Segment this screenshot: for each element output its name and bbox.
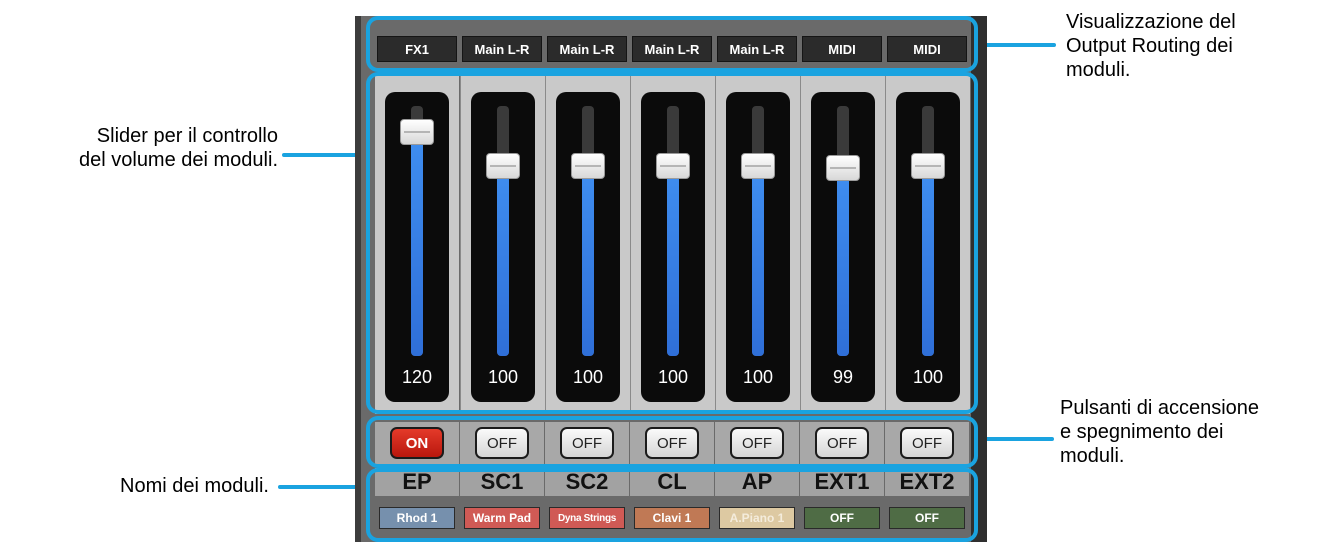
volume-value: 120	[401, 367, 433, 387]
module-name: EXT1	[800, 468, 884, 496]
annotation-line: e spegnimento dei	[1060, 421, 1224, 443]
module-name: EP	[375, 468, 459, 496]
routing-callout	[976, 43, 1056, 47]
power-callout	[976, 437, 1054, 441]
annotation-line: Visualizzazione del	[1066, 11, 1236, 33]
slider-handle[interactable]	[741, 153, 775, 180]
slider-handle[interactable]	[486, 153, 520, 180]
slider-fill	[667, 166, 679, 356]
routing-label: Main L-R	[547, 36, 627, 62]
module-name: EXT2	[885, 468, 969, 496]
power-toggle-button[interactable]: ON	[390, 427, 444, 459]
slider-fill	[752, 166, 764, 356]
slider-handle[interactable]	[571, 153, 605, 180]
slider-fill	[837, 168, 849, 356]
preset-label[interactable]: Warm Pad	[464, 507, 540, 529]
volume-value: 100	[742, 367, 774, 387]
preset-label[interactable]: Rhod 1	[379, 507, 455, 529]
routing-label: Main L-R	[717, 36, 797, 62]
annotation-line: Slider per il controllo	[96, 125, 278, 147]
panel-edge	[971, 16, 987, 542]
volume-value: 100	[487, 367, 519, 387]
volume-value: 100	[912, 367, 944, 387]
names-annotation: Nomi dei moduli.	[120, 474, 269, 498]
volume-slider[interactable]: 100	[726, 92, 790, 402]
channel-strip: 100	[545, 76, 630, 414]
slider-fill	[497, 166, 509, 356]
names-callout	[278, 485, 364, 489]
power-annotation: Pulsanti di accensione e spegnimento dei…	[1060, 396, 1259, 468]
mixer-panel: FX1 120 ON EP Rhod 1 Main L-R 100 OFF SC1 Warm Pa…	[355, 16, 987, 542]
power-toggle-button[interactable]: OFF	[815, 427, 869, 459]
annotation-line: Pulsanti di accensione	[1060, 397, 1260, 419]
power-toggle-button[interactable]: OFF	[475, 427, 529, 459]
channel-strip: 100	[630, 76, 715, 414]
volume-slider[interactable]: 100	[556, 92, 620, 402]
slider-handle[interactable]	[400, 119, 434, 146]
routing-label: FX1	[377, 36, 457, 62]
slider-fill	[922, 166, 934, 356]
power-toggle-button[interactable]: OFF	[900, 427, 954, 459]
panel-edge	[355, 16, 361, 542]
volume-value: 100	[657, 367, 689, 387]
channel-strip: 100	[885, 76, 970, 414]
preset-label[interactable]: Dyna Strings	[549, 507, 625, 529]
volume-slider[interactable]: 100	[896, 92, 960, 402]
slider-handle[interactable]	[826, 155, 860, 182]
slider-handle[interactable]	[656, 153, 690, 180]
preset-label[interactable]: OFF	[889, 507, 965, 529]
preset-label[interactable]: Clavi 1	[634, 507, 710, 529]
volume-slider[interactable]: 99	[811, 92, 875, 402]
annotation-line: moduli.	[1060, 445, 1125, 467]
power-toggle-button[interactable]: OFF	[730, 427, 784, 459]
slider-handle[interactable]	[911, 153, 945, 180]
annotation-line: Nomi dei moduli.	[120, 475, 269, 497]
channel-strip: 100	[460, 76, 545, 414]
routing-label: Main L-R	[462, 36, 542, 62]
volume-slider[interactable]: 120	[385, 92, 449, 402]
annotation-line: Output Routing dei	[1066, 35, 1233, 57]
slider-annotation: Slider per il controllo del volume dei m…	[79, 124, 278, 172]
routing-label: Main L-R	[632, 36, 712, 62]
module-name: AP	[715, 468, 799, 496]
volume-slider[interactable]: 100	[641, 92, 705, 402]
routing-label: MIDI	[802, 36, 882, 62]
slider-callout	[282, 153, 366, 157]
routing-label: MIDI	[887, 36, 967, 62]
module-name: CL	[630, 468, 714, 496]
channel-strip: 99	[800, 76, 885, 414]
volume-value: 99	[832, 367, 854, 387]
volume-slider[interactable]: 100	[471, 92, 535, 402]
module-name: SC2	[545, 468, 629, 496]
volume-value: 100	[572, 367, 604, 387]
module-name: SC1	[460, 468, 544, 496]
power-toggle-button[interactable]: OFF	[560, 427, 614, 459]
slider-fill	[582, 166, 594, 356]
channel-strip: 100	[715, 76, 800, 414]
annotation-line: del volume dei moduli.	[79, 149, 278, 171]
preset-label[interactable]: A.Piano 1	[719, 507, 795, 529]
annotation-line: moduli.	[1066, 59, 1131, 81]
channel-strip: 120	[375, 76, 459, 414]
slider-fill	[411, 132, 423, 356]
power-toggle-button[interactable]: OFF	[645, 427, 699, 459]
routing-annotation: Visualizzazione del Output Routing dei m…	[1066, 10, 1236, 82]
preset-label[interactable]: OFF	[804, 507, 880, 529]
